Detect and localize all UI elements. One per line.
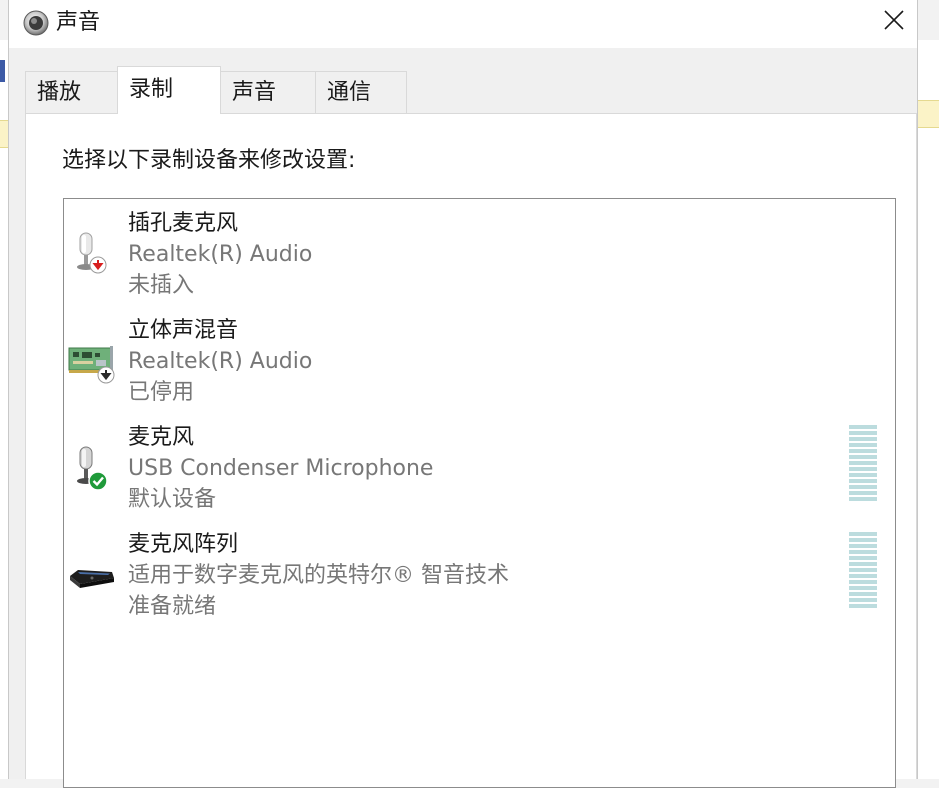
background-notification-bar <box>916 100 939 128</box>
instruction-text: 选择以下录制设备来修改设置: <box>62 148 356 173</box>
device-item[interactable]: 麦克风 USB Condenser Microphone 默认设备 <box>64 413 895 513</box>
level-meter-segment <box>849 455 877 459</box>
device-name: 麦克风 <box>128 425 195 450</box>
device-driver: Realtek(R) Audio <box>128 242 313 267</box>
level-meter-segment <box>849 431 877 435</box>
recording-panel: 选择以下录制设备来修改设置: 插孔麦克风 Realtek(R) Audio 未插… <box>25 113 917 788</box>
level-meter-segment <box>849 425 877 429</box>
background-notification-bar <box>0 120 8 148</box>
level-meter-segment <box>849 580 877 584</box>
level-meter-segment <box>849 479 877 483</box>
device-driver: Realtek(R) Audio <box>128 349 313 374</box>
close-button[interactable] <box>871 0 917 44</box>
background-window-left <box>0 40 8 779</box>
level-meter-segment <box>849 449 877 453</box>
level-meter-segment <box>849 485 877 489</box>
device-name: 麦克风阵列 <box>128 532 239 557</box>
background-window-right <box>916 40 939 779</box>
microphone-icon <box>68 225 120 281</box>
device-item[interactable]: 麦克风阵列 适用于数字麦克风的英特尔® 智音技术 准备就绪 <box>64 520 895 620</box>
level-meter-segment <box>849 574 877 578</box>
microphone-icon <box>68 439 120 495</box>
speaker-icon <box>23 10 49 36</box>
level-meter-segment <box>849 491 877 495</box>
level-meter-segment <box>849 562 877 566</box>
level-meter-segment <box>849 437 877 441</box>
level-meter-segment <box>849 497 877 501</box>
level-meter-segment <box>849 473 877 477</box>
title-bar[interactable]: 声音 <box>9 0 917 48</box>
tab-strip: 播放 录制 声音 通信 <box>25 66 905 114</box>
window-title: 声音 <box>56 10 101 35</box>
device-status: 已停用 <box>128 380 195 405</box>
level-meter-segment <box>849 550 877 554</box>
level-meter <box>849 532 877 610</box>
level-meter-segment <box>849 532 877 536</box>
level-meter-segment <box>849 544 877 548</box>
device-item[interactable]: 立体声混音 Realtek(R) Audio 已停用 <box>64 306 895 406</box>
level-meter-segment <box>849 443 877 447</box>
device-name: 立体声混音 <box>128 318 239 343</box>
level-meter-segment <box>849 556 877 560</box>
level-meter-segment <box>849 598 877 602</box>
level-meter-segment <box>849 568 877 572</box>
mic-array-icon <box>68 546 120 602</box>
tab-playback[interactable]: 播放 <box>25 71 118 113</box>
device-driver: USB Condenser Microphone <box>128 456 434 481</box>
device-item[interactable]: 插孔麦克风 Realtek(R) Audio 未插入 <box>64 199 895 299</box>
level-meter-segment <box>849 461 877 465</box>
tab-recording[interactable]: 录制 <box>117 66 221 114</box>
device-name: 插孔麦克风 <box>128 211 239 236</box>
level-meter-segment <box>849 586 877 590</box>
sound-card-icon <box>68 332 120 388</box>
tab-sounds[interactable]: 声音 <box>220 71 316 113</box>
level-meter-segment <box>849 538 877 542</box>
device-status: 未插入 <box>128 273 195 298</box>
close-icon <box>883 9 905 35</box>
default-check-badge <box>88 471 108 491</box>
level-meter-segment <box>849 604 877 608</box>
device-driver: 适用于数字麦克风的英特尔® 智音技术 <box>128 563 509 588</box>
level-meter-segment <box>849 467 877 471</box>
sound-dialog: 声音 播放 录制 声音 通信 选择以下录制设备来修改设置: 插孔麦克风 Real… <box>8 0 918 788</box>
device-status: 默认设备 <box>128 487 217 512</box>
background-mark <box>0 60 5 82</box>
unplugged-badge <box>89 256 107 274</box>
disabled-badge <box>97 366 115 384</box>
recording-device-list[interactable]: 插孔麦克风 Realtek(R) Audio 未插入 立体声混音 Realtek… <box>63 198 896 788</box>
level-meter <box>849 425 877 503</box>
device-status: 准备就绪 <box>128 594 217 619</box>
level-meter-segment <box>849 592 877 596</box>
tab-communications[interactable]: 通信 <box>315 71 407 113</box>
